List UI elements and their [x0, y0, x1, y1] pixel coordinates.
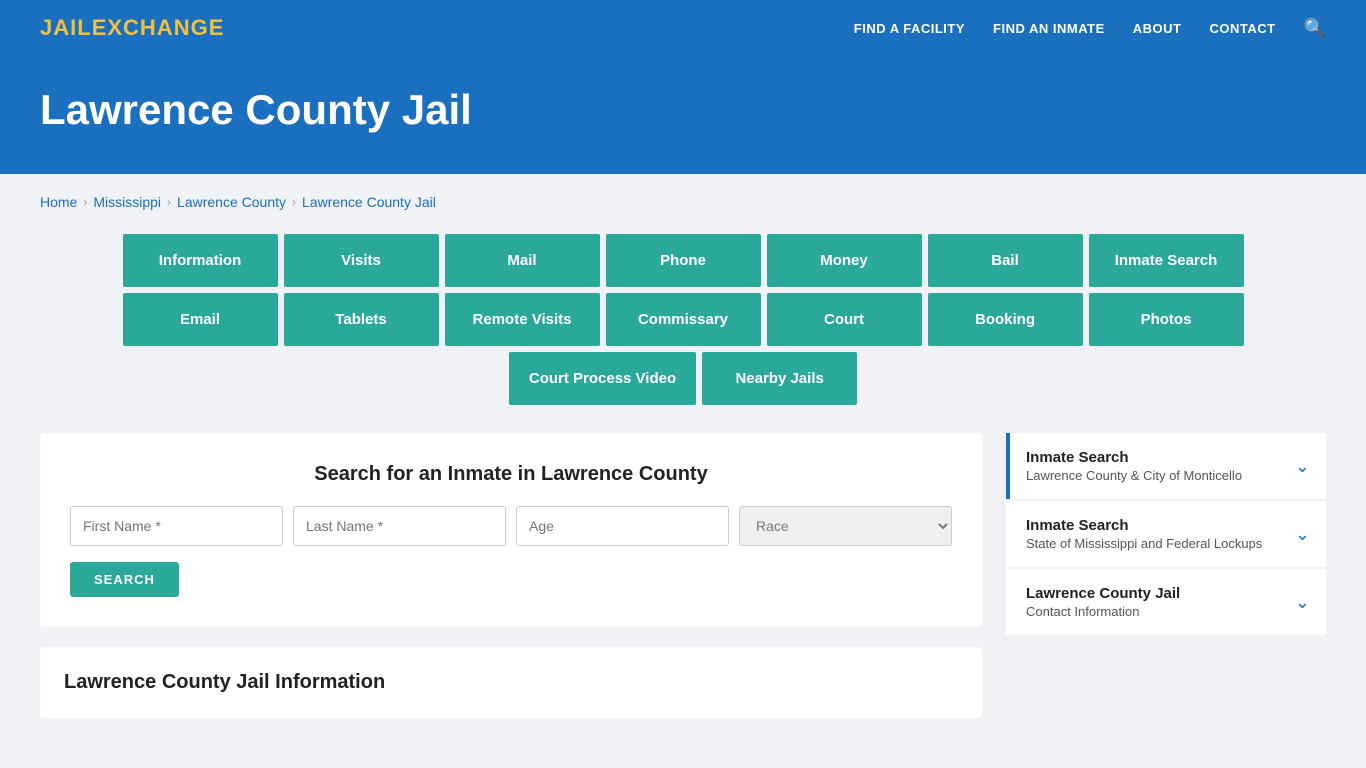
btn-nearby-jails[interactable]: Nearby Jails [702, 352, 857, 405]
nav-about[interactable]: ABOUT [1133, 21, 1182, 36]
btn-court[interactable]: Court [767, 293, 922, 346]
breadcrumb-mississippi[interactable]: Mississippi [93, 194, 161, 210]
btn-mail[interactable]: Mail [445, 234, 600, 287]
logo-jail: JAIL [40, 15, 92, 40]
breadcrumb: Home › Mississippi › Lawrence County › L… [40, 194, 1326, 210]
search-button[interactable]: SEARCH [70, 562, 179, 597]
buttons-row-3: Court Process Video Nearby Jails [509, 352, 857, 405]
btn-commissary[interactable]: Commissary [606, 293, 761, 346]
btn-visits[interactable]: Visits [284, 234, 439, 287]
chevron-down-icon-3: ⌄ [1295, 592, 1310, 613]
breadcrumb-sep-1: › [83, 195, 87, 209]
btn-inmate-search[interactable]: Inmate Search [1089, 234, 1244, 287]
race-select[interactable]: Race White Black Hispanic Asian Other [739, 506, 952, 546]
main-header: JAILEXCHANGE FIND A FACILITY FIND AN INM… [0, 0, 1366, 56]
chevron-down-icon-1: ⌄ [1295, 456, 1310, 477]
chevron-down-icon-2: ⌄ [1295, 524, 1310, 545]
sidebar-item-2-title: Inmate Search [1026, 517, 1262, 534]
site-logo[interactable]: JAILEXCHANGE [40, 15, 224, 41]
search-title: Search for an Inmate in Lawrence County [70, 463, 952, 486]
main-content: Home › Mississippi › Lawrence County › L… [0, 174, 1366, 758]
logo-exchange: EXCHANGE [92, 15, 225, 40]
breadcrumb-lawrence-county-jail[interactable]: Lawrence County Jail [302, 194, 436, 210]
sidebar-item-3-subtitle: Contact Information [1026, 604, 1180, 619]
btn-booking[interactable]: Booking [928, 293, 1083, 346]
btn-remote-visits[interactable]: Remote Visits [445, 293, 600, 346]
page-title: Lawrence County Jail [40, 86, 1326, 134]
right-sidebar: Inmate Search Lawrence County & City of … [1006, 433, 1326, 637]
sidebar-item-2-subtitle: State of Mississippi and Federal Lockups [1026, 536, 1262, 551]
info-title: Lawrence County Jail Information [64, 671, 958, 694]
btn-email[interactable]: Email [123, 293, 278, 346]
buttons-row-1: Information Visits Mail Phone Money Bail… [123, 234, 1244, 287]
last-name-input[interactable] [293, 506, 506, 546]
btn-tablets[interactable]: Tablets [284, 293, 439, 346]
nav-find-inmate[interactable]: FIND AN INMATE [993, 21, 1105, 36]
sidebar-item-3[interactable]: Lawrence County Jail Contact Information… [1006, 569, 1326, 635]
breadcrumb-sep-3: › [292, 195, 296, 209]
hero-section: Lawrence County Jail [0, 56, 1366, 174]
content-section: Search for an Inmate in Lawrence County … [40, 433, 1326, 718]
sidebar-item-1[interactable]: Inmate Search Lawrence County & City of … [1006, 433, 1326, 499]
sidebar-item-1-subtitle: Lawrence County & City of Monticello [1026, 468, 1242, 483]
breadcrumb-lawrence-county[interactable]: Lawrence County [177, 194, 286, 210]
sidebar-item-2[interactable]: Inmate Search State of Mississippi and F… [1006, 501, 1326, 567]
sidebar-item-3-title: Lawrence County Jail [1026, 585, 1180, 602]
search-fields: Race White Black Hispanic Asian Other [70, 506, 952, 546]
left-column: Search for an Inmate in Lawrence County … [40, 433, 982, 718]
search-icon-button[interactable]: 🔍 [1304, 18, 1326, 39]
main-nav: FIND A FACILITY FIND AN INMATE ABOUT CON… [854, 18, 1326, 39]
btn-court-process-video[interactable]: Court Process Video [509, 352, 696, 405]
btn-bail[interactable]: Bail [928, 234, 1083, 287]
info-section: Lawrence County Jail Information [40, 647, 982, 718]
breadcrumb-home[interactable]: Home [40, 194, 77, 210]
search-icon: 🔍 [1304, 18, 1326, 38]
btn-information[interactable]: Information [123, 234, 278, 287]
nav-find-facility[interactable]: FIND A FACILITY [854, 21, 965, 36]
age-input[interactable] [516, 506, 729, 546]
inmate-search-box: Search for an Inmate in Lawrence County … [40, 433, 982, 627]
nav-contact[interactable]: CONTACT [1209, 21, 1275, 36]
btn-money[interactable]: Money [767, 234, 922, 287]
buttons-row-2: Email Tablets Remote Visits Commissary C… [123, 293, 1244, 346]
sidebar-item-1-title: Inmate Search [1026, 449, 1242, 466]
breadcrumb-sep-2: › [167, 195, 171, 209]
first-name-input[interactable] [70, 506, 283, 546]
btn-photos[interactable]: Photos [1089, 293, 1244, 346]
category-buttons: Information Visits Mail Phone Money Bail… [40, 234, 1326, 405]
btn-phone[interactable]: Phone [606, 234, 761, 287]
